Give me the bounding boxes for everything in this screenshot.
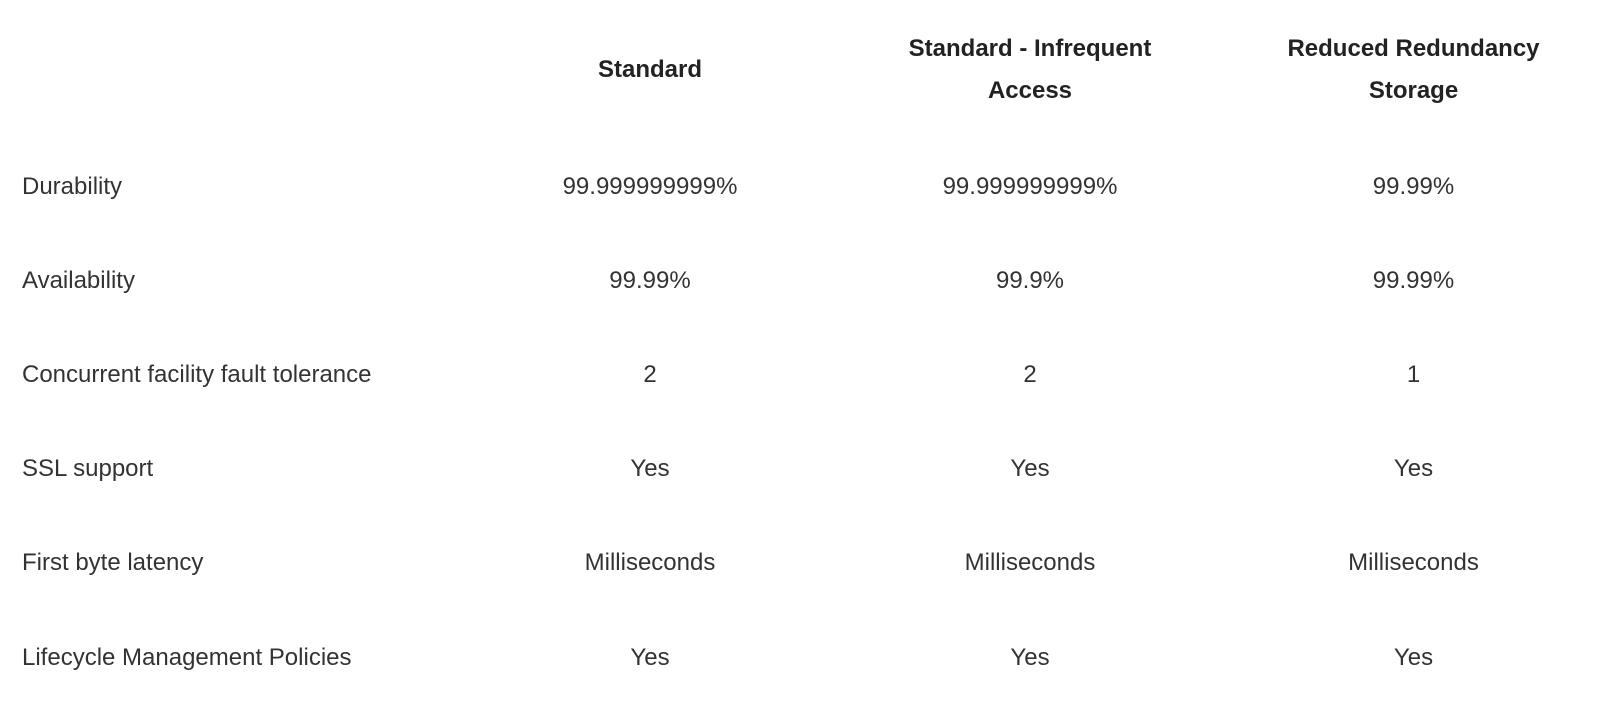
table-row-ssl-support: SSL support Yes Yes Yes bbox=[0, 422, 1607, 516]
table-cell: 2 bbox=[643, 360, 657, 388]
table-row-availability: Availability 99.99% 99.9% 99.99% bbox=[0, 234, 1607, 328]
table-cell: 1 bbox=[1406, 360, 1421, 388]
table-cell: Milliseconds bbox=[964, 548, 1096, 576]
table-cell: 99.99% bbox=[1372, 266, 1455, 294]
header-cell-rrs: Reduced Redundancy Storage bbox=[1220, 0, 1607, 140]
table-cell: 99.99% bbox=[1372, 172, 1455, 200]
table-cell: Yes bbox=[1010, 454, 1050, 482]
row-label: Lifecycle Management Policies bbox=[22, 644, 352, 672]
row-label: SSL support bbox=[22, 454, 154, 482]
table-cell: 99.9% bbox=[995, 266, 1065, 294]
table-cell: 99.999999999% bbox=[942, 172, 1118, 200]
table-cell: 2 bbox=[1023, 360, 1037, 388]
table-row-durability: Durability 99.999999999% 99.999999999% 9… bbox=[0, 140, 1607, 234]
table-cell: 99.99% bbox=[609, 266, 691, 294]
storage-class-comparison-table: Standard Standard - Infrequent Access Re… bbox=[0, 0, 1607, 707]
header-reduced-redundancy-storage: Reduced Redundancy Storage bbox=[1287, 35, 1540, 104]
table-cell: Yes bbox=[630, 644, 670, 672]
table-row-lifecycle-management: Lifecycle Management Policies Yes Yes Ye… bbox=[0, 610, 1607, 707]
table-row-first-byte-latency: First byte latency Milliseconds Millisec… bbox=[0, 516, 1607, 610]
table-cell: Yes bbox=[630, 454, 670, 482]
header-standard: Standard bbox=[597, 56, 702, 83]
header-cell-empty bbox=[0, 0, 460, 140]
table-header-row: Standard Standard - Infrequent Access Re… bbox=[0, 0, 1607, 140]
table-cell: 99.999999999% bbox=[562, 172, 738, 200]
row-label: Availability bbox=[22, 266, 135, 294]
table-cell: Yes bbox=[1393, 644, 1434, 672]
table-cell: Yes bbox=[1393, 454, 1434, 482]
row-label: First byte latency bbox=[22, 548, 204, 576]
header-standard-infrequent-access: Standard - Infrequent Access bbox=[908, 35, 1152, 104]
table-cell: Yes bbox=[1010, 644, 1050, 672]
header-cell-standard: Standard bbox=[460, 0, 840, 140]
row-label: Durability bbox=[22, 172, 123, 200]
header-cell-standard-ia: Standard - Infrequent Access bbox=[840, 0, 1220, 140]
table-row-fault-tolerance: Concurrent facility fault tolerance 2 2 … bbox=[0, 328, 1607, 422]
row-label: Concurrent facility fault tolerance bbox=[22, 360, 372, 388]
table-cell: Milliseconds bbox=[1348, 548, 1479, 576]
table-cell: Milliseconds bbox=[584, 548, 716, 576]
